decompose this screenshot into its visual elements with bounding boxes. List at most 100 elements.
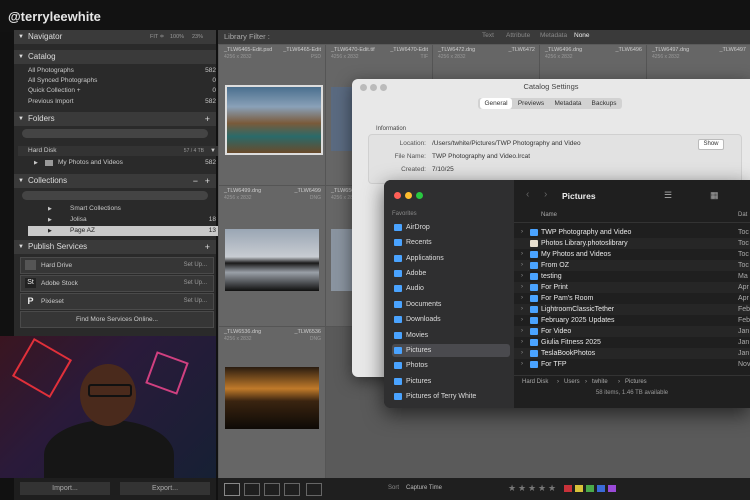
file-row[interactable]: › Giulia Fitness 2025 Jan [514, 337, 750, 348]
file-row[interactable]: › February 2025 Updates Feb [514, 315, 750, 326]
file-row[interactable]: Photos Library.photoslibrary Toc [514, 238, 750, 249]
filter-attribute[interactable]: Attribute [506, 32, 530, 39]
add-collection-icon[interactable]: + [205, 174, 210, 188]
sidebar-item-recents[interactable]: Recents [392, 236, 510, 249]
catalog-item[interactable]: Quick Collection +0 [28, 86, 224, 96]
tab-metadata[interactable]: Metadata [550, 98, 586, 109]
zoom-icon[interactable] [416, 192, 423, 199]
catalog-item[interactable]: All Synced Photographs 0 [28, 76, 224, 86]
catalog-item[interactable]: Previous Import 582 [28, 97, 224, 107]
add-folder-icon[interactable]: + [205, 112, 210, 126]
disclosure-icon: › [521, 295, 523, 301]
sidebar-item-airdrop[interactable]: AirDrop [392, 221, 510, 234]
catalog-header[interactable]: ▼ Catalog [14, 50, 216, 64]
collection-item-selected[interactable]: ▶ Page AZ 13 [28, 226, 224, 236]
folders-search-input[interactable] [22, 129, 208, 138]
filter-text[interactable]: Text [482, 32, 494, 39]
collections-search-input[interactable] [22, 191, 208, 200]
sidebar-item-pictures[interactable]: Pictures [392, 344, 510, 357]
dialog-title: Catalog Settings [523, 82, 579, 91]
grid-view-icon[interactable] [224, 483, 240, 496]
path-item[interactable]: Users [564, 376, 580, 388]
people-view-icon[interactable] [306, 483, 322, 496]
sidebar-item-audio[interactable]: Audio [392, 282, 510, 295]
grid-view-icon[interactable]: ▦ [710, 190, 719, 201]
green-label-icon[interactable] [586, 485, 594, 492]
add-service-icon[interactable]: + [205, 240, 210, 254]
path-item[interactable]: Hard Disk [522, 376, 548, 388]
compare-view-icon[interactable] [264, 483, 280, 496]
folders-header[interactable]: ▼ Folders + [14, 112, 216, 126]
star-icon[interactable]: ★ [528, 483, 536, 494]
collection-item[interactable]: ▶ Smart Collections [28, 204, 224, 214]
folder-item[interactable]: ▶ My Photos and Videos 582 [28, 158, 224, 168]
filter-metadata[interactable]: Metadata [540, 32, 567, 39]
export-button[interactable]: Export... [120, 482, 210, 495]
forward-icon[interactable]: › [544, 189, 547, 200]
file-row[interactable]: › For TFP Nov [514, 359, 750, 370]
file-row[interactable]: › TeslaBookPhotos Jan [514, 348, 750, 359]
collections-header[interactable]: ▼ Collections − + [14, 174, 216, 188]
purple-label-icon[interactable] [608, 485, 616, 492]
photo-cell[interactable]: _TLW6499.dng 4256 x 2832 _TLW6499 DNG [219, 186, 326, 327]
zoom-fit[interactable]: FIT ≑ [150, 30, 164, 44]
zoom-100[interactable]: 100% [170, 30, 184, 44]
star-icon[interactable]: ★ [508, 483, 516, 494]
catalog-item[interactable]: All Photographs 582 [28, 66, 224, 76]
yellow-label-icon[interactable] [575, 485, 583, 492]
zoom-23[interactable]: 23% [192, 30, 203, 44]
sidebar-item-pictures-2[interactable]: Pictures [392, 375, 510, 388]
remove-collection-icon[interactable]: − [193, 174, 198, 188]
photo-cell[interactable]: _TLW6465-Edit.psd 4256 x 2832 _TLW6465-E… [219, 45, 326, 186]
hard-disk-row[interactable]: Hard Disk 57 / 4 TB ▼ [18, 146, 222, 156]
sidebar-item-movies[interactable]: Movies [392, 329, 510, 342]
sidebar-item-adobe[interactable]: Adobe [392, 267, 510, 280]
sidebar-item-documents[interactable]: Documents [392, 298, 510, 311]
red-label-icon[interactable] [564, 485, 572, 492]
tab-backups[interactable]: Backups [588, 98, 620, 109]
star-icon[interactable]: ★ [538, 483, 546, 494]
star-icon[interactable]: ★ [548, 483, 556, 494]
sidebar-item-applications[interactable]: Applications [392, 252, 510, 265]
blue-label-icon[interactable] [597, 485, 605, 492]
file-row[interactable]: › From OZ Toc [514, 260, 750, 271]
photo-cell[interactable]: _TLW6536.dng 4256 x 2832 _TLW6536 DNG [219, 327, 326, 479]
file-row[interactable]: › For Print Apr [514, 282, 750, 293]
publish-service-adobe-stock[interactable]: St Adobe Stock Set Up... [20, 275, 214, 292]
publish-service-pixieset[interactable]: P Pixieset Set Up... [20, 293, 214, 310]
filter-none[interactable]: None [574, 32, 590, 39]
show-button[interactable]: Show [698, 139, 724, 150]
file-row[interactable]: › My Photos and Videos Toc [514, 249, 750, 260]
sidebar-item-pictures-of-terry-white[interactable]: Pictures of Terry White [392, 390, 510, 403]
back-icon[interactable]: ‹ [526, 189, 529, 200]
library-filter-bar: Library Filter : Text Attribute Metadata… [218, 30, 750, 44]
file-row[interactable]: › testing Ma [514, 271, 750, 282]
sort-dropdown[interactable]: Capture Time [406, 485, 442, 491]
star-icon[interactable]: ★ [518, 483, 526, 494]
path-item[interactable]: twhite [592, 376, 608, 388]
publish-service-hard-drive[interactable]: Hard Drive Set Up... [20, 257, 214, 274]
disclosure-icon: › [521, 361, 523, 367]
publish-services-header[interactable]: ▼ Publish Services + [14, 240, 216, 254]
path-item[interactable]: Pictures [625, 376, 647, 388]
navigator-header[interactable]: ▼ Navigator FIT ≑ 100% 23% [14, 30, 216, 44]
loupe-view-icon[interactable] [244, 483, 260, 496]
file-row[interactable]: › TWP Photography and Video Toc [514, 227, 750, 238]
file-row[interactable]: › For Pam's Room Apr [514, 293, 750, 304]
disclosure-icon: › [521, 273, 523, 279]
photos-library-icon [530, 240, 538, 247]
sidebar-item-downloads[interactable]: Downloads [392, 313, 510, 326]
file-row[interactable]: › LightroomClassicTether Feb [514, 304, 750, 315]
sidebar-item-photos[interactable]: Photos [392, 359, 510, 372]
file-row[interactable]: › For Video Jan [514, 326, 750, 337]
collection-item[interactable]: ▶ Jolisa 18 [28, 215, 224, 225]
import-button[interactable]: Import... [20, 482, 110, 495]
list-view-icon[interactable]: ☰ [664, 190, 672, 201]
survey-view-icon[interactable] [284, 483, 300, 496]
tab-previews[interactable]: Previews [514, 98, 548, 109]
tab-general[interactable]: General [480, 98, 512, 109]
minimize-icon[interactable] [405, 192, 412, 199]
disclosure-icon: ▶ [48, 206, 52, 212]
close-icon[interactable] [394, 192, 401, 199]
find-more-services-button[interactable]: Find More Services Online... [20, 311, 214, 328]
